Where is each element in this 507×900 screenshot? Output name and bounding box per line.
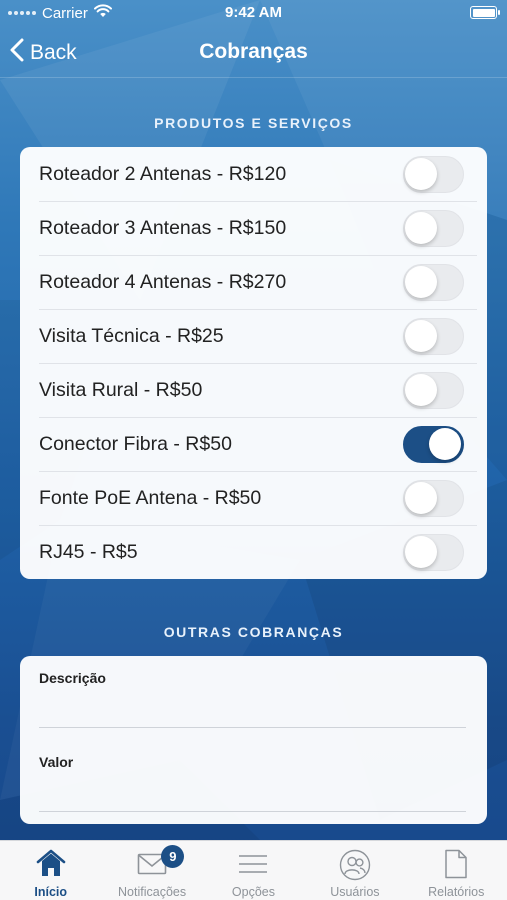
tab-inicio[interactable]: Início <box>0 841 101 900</box>
value-input[interactable] <box>39 778 466 812</box>
status-time: 9:42 AM <box>225 4 282 21</box>
navigation-bar: Back Cobranças <box>0 28 507 78</box>
tab-opcoes[interactable]: Opções <box>203 841 304 900</box>
product-label: Conector Fibra - R$50 <box>39 432 232 455</box>
product-row: Roteador 4 Antenas - R$270 <box>20 255 487 309</box>
product-label: Roteador 4 Antenas - R$270 <box>39 270 287 293</box>
other-charges-card: Descrição Valor <box>20 656 487 824</box>
product-row: Roteador 3 Antenas - R$150 <box>20 201 487 255</box>
product-label: Visita Rural - R$50 <box>39 378 203 401</box>
document-icon <box>444 849 468 884</box>
other-section-title: OUTRAS COBRANÇAS <box>163 624 344 640</box>
product-label: RJ45 - R$5 <box>39 540 138 563</box>
description-input[interactable] <box>39 694 466 728</box>
tab-label: Notificações <box>118 885 187 899</box>
product-label: Roteador 2 Antenas - R$120 <box>39 162 287 185</box>
product-toggle[interactable] <box>403 426 464 463</box>
product-toggle[interactable] <box>403 480 464 517</box>
home-icon <box>36 849 66 882</box>
product-toggle[interactable] <box>403 156 464 193</box>
tab-bar: Início 9 Notificações Opções Usuários Re… <box>0 840 507 900</box>
tab-label: Usuários <box>330 885 380 899</box>
products-section-title: PRODUTOS E SERVIÇOS <box>154 115 353 131</box>
product-label: Visita Técnica - R$25 <box>39 324 224 347</box>
product-row: Conector Fibra - R$50 <box>20 417 487 471</box>
products-card: Roteador 2 Antenas - R$120 Roteador 3 An… <box>20 147 487 579</box>
notification-badge: 9 <box>161 845 185 868</box>
tab-label: Opções <box>231 885 276 899</box>
product-toggle[interactable] <box>403 372 464 409</box>
tab-label: Relatórios <box>428 885 485 899</box>
value-label: Valor <box>39 754 74 770</box>
product-toggle[interactable] <box>403 534 464 571</box>
product-toggle[interactable] <box>403 264 464 301</box>
battery-icon <box>470 6 500 19</box>
product-toggle[interactable] <box>403 318 464 355</box>
description-label: Descrição <box>39 670 106 686</box>
product-label: Fonte PoE Antena - R$50 <box>39 486 262 509</box>
value-field: Valor <box>20 740 487 824</box>
description-field: Descrição <box>20 656 487 740</box>
tab-usuarios[interactable]: Usuários <box>304 841 405 900</box>
tab-relatorios[interactable]: Relatórios <box>406 841 507 900</box>
product-toggle[interactable] <box>403 210 464 247</box>
tab-label: Início <box>34 885 68 899</box>
product-row: Visita Técnica - R$25 <box>20 309 487 363</box>
product-label: Roteador 3 Antenas - R$150 <box>39 216 287 239</box>
page-title: Cobranças <box>199 40 308 63</box>
product-row: Visita Rural - R$50 <box>20 363 487 417</box>
tab-notificacoes[interactable]: 9 Notificações <box>101 841 202 900</box>
menu-lines-icon <box>238 849 268 882</box>
product-row: Fonte PoE Antena - R$50 <box>20 471 487 525</box>
product-row: RJ45 - R$5 <box>20 525 487 579</box>
status-bar: Carrier 9:42 AM <box>0 0 507 28</box>
users-icon <box>339 849 371 886</box>
product-row: Roteador 2 Antenas - R$120 <box>20 147 487 201</box>
